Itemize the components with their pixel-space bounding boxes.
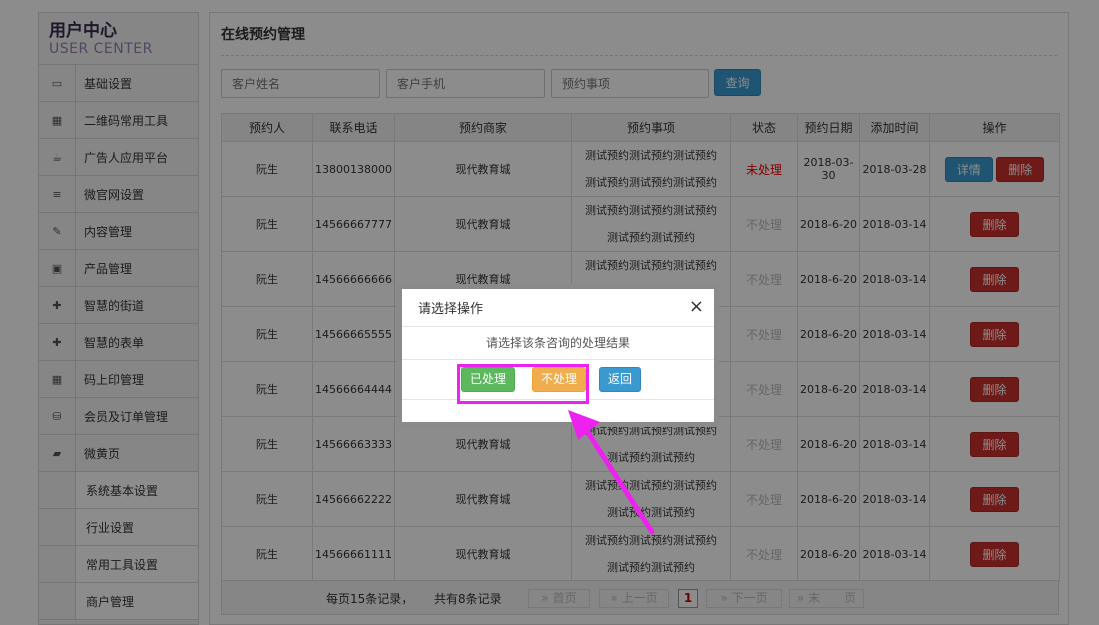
- action-dialog: 请选择操作 × 请选择该条咨询的处理结果 已处理 不处理 返回: [397, 284, 719, 427]
- dialog-message: 请选择该条咨询的处理结果: [402, 327, 714, 360]
- highlight-box: [457, 364, 589, 404]
- back-button[interactable]: 返回: [599, 367, 642, 392]
- dialog-title: 请选择操作: [418, 302, 484, 317]
- close-icon[interactable]: ×: [689, 298, 704, 316]
- dialog-header: 请选择操作: [402, 289, 714, 327]
